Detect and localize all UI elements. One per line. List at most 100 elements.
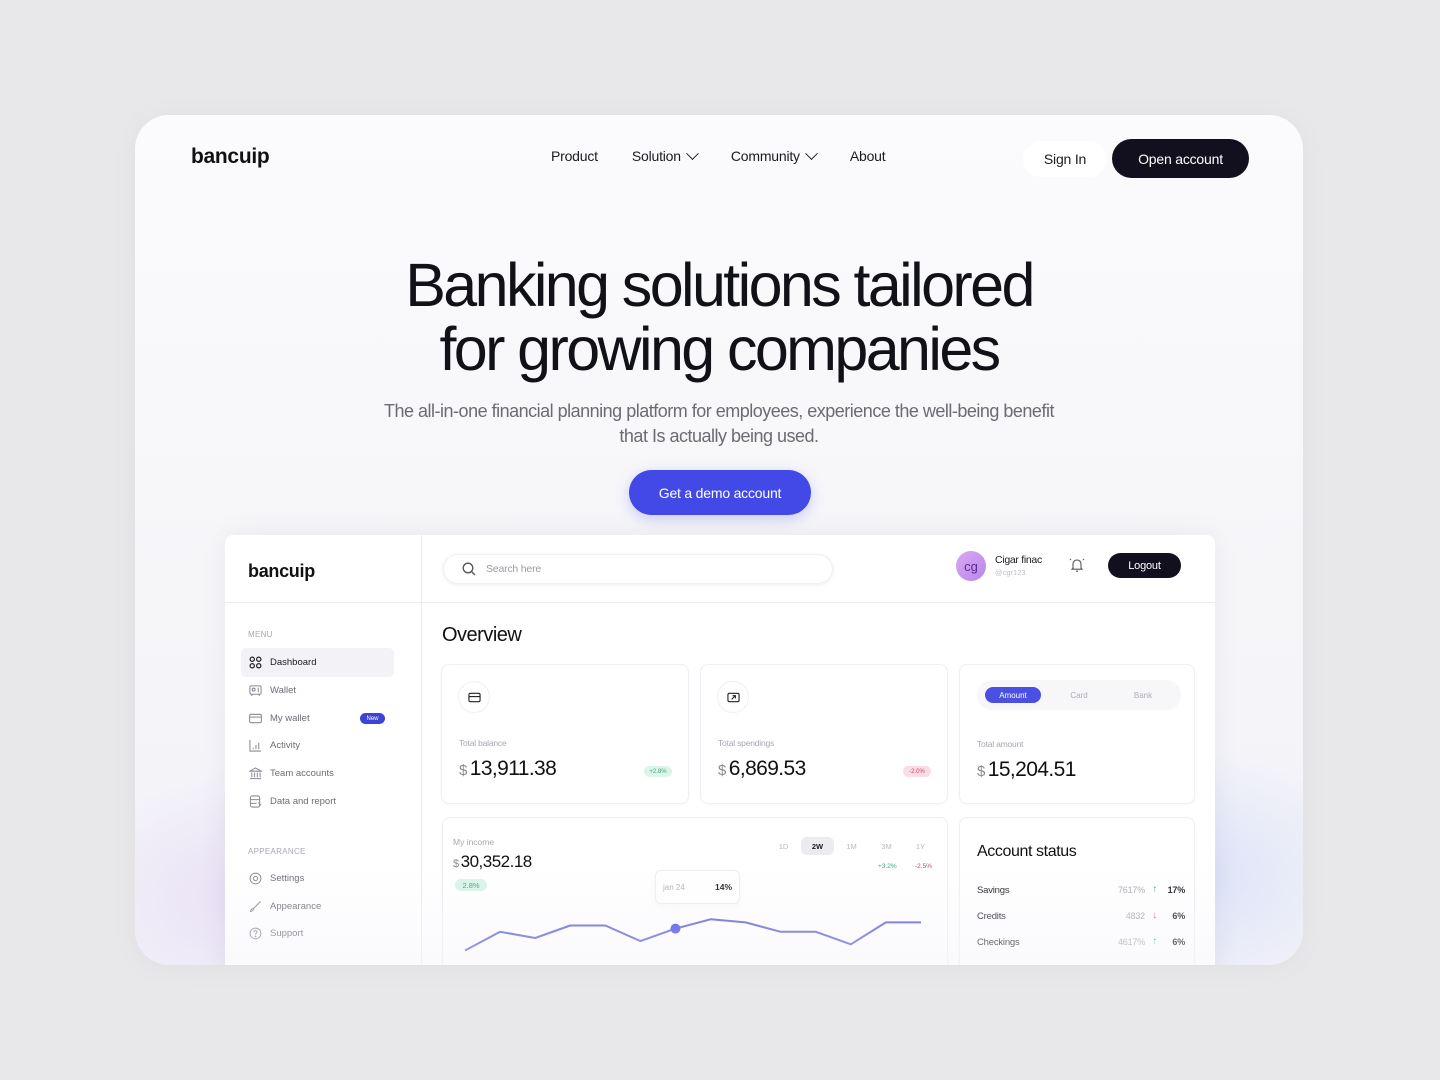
bell-icon[interactable] xyxy=(1068,556,1086,574)
delta-down: -2.5% xyxy=(915,863,932,870)
account-status-title: Account status xyxy=(977,843,1077,860)
card-label: Total balance xyxy=(459,738,507,748)
tab-card[interactable]: Card xyxy=(1051,687,1107,703)
search-bar[interactable] xyxy=(443,554,833,584)
card-value: $13,911.38 xyxy=(459,757,557,781)
search-icon xyxy=(462,562,476,576)
range-1y[interactable]: 1Y xyxy=(904,837,937,855)
receipt-icon xyxy=(726,692,740,702)
sidebar-item-appearance[interactable]: Appearance xyxy=(241,892,394,921)
appearance-section-label: APPEARANCE xyxy=(248,847,306,856)
status-row-checkings: Checkings 4617% ↑ 6% xyxy=(977,936,1185,951)
new-badge: New xyxy=(360,713,385,724)
change-badge: +2.8% xyxy=(644,766,672,777)
status-pct: 17% xyxy=(1167,885,1186,895)
currency-symbol: $ xyxy=(977,763,985,780)
tooltip-value: 14% xyxy=(715,882,733,892)
status-name: Credits xyxy=(977,911,1006,922)
total-amount-card: Amount Card Bank Total amount $15,204.51 xyxy=(959,664,1195,804)
card-icon xyxy=(249,713,262,724)
user-name: Cigar finac xyxy=(995,554,1042,566)
status-raw: 7617% xyxy=(1117,885,1145,895)
currency-symbol: $ xyxy=(453,858,459,870)
nav-label: Product xyxy=(551,148,598,164)
chevron-down-icon xyxy=(685,146,699,160)
landing-page-frame: bancuip Product Solution Community About… xyxy=(135,115,1303,965)
sidebar-item-data-report[interactable]: Data and report xyxy=(241,787,394,816)
sidebar-item-activity[interactable]: Activity xyxy=(241,731,394,760)
dashboard-preview: bancuip MENU Dashboard Wallet My wallet … xyxy=(225,535,1215,965)
arrow-up-icon: ↑ xyxy=(1152,884,1157,895)
change-badge: -2.0% xyxy=(903,766,931,777)
range-2w[interactable]: 2W xyxy=(801,837,834,855)
sidebar-item-team-accounts[interactable]: Team accounts xyxy=(241,759,394,788)
currency-symbol: $ xyxy=(718,762,726,779)
header-divider xyxy=(225,602,1215,603)
sidebar: bancuip MENU Dashboard Wallet My wallet … xyxy=(225,535,422,965)
income-change-badge: 2.8% xyxy=(455,879,487,891)
sidebar-item-settings[interactable]: Settings xyxy=(241,864,394,893)
card-value: $6,869.53 xyxy=(718,757,806,781)
tab-amount[interactable]: Amount xyxy=(985,687,1041,703)
nav-about[interactable]: About xyxy=(850,148,886,164)
range-1m[interactable]: 1M xyxy=(835,837,868,855)
sidebar-item-support[interactable]: Support xyxy=(241,919,394,948)
sidebar-item-label: Dashboard xyxy=(270,657,317,668)
sidebar-item-wallet[interactable]: Wallet xyxy=(241,676,394,705)
sidebar-item-label: Activity xyxy=(270,740,301,751)
help-icon xyxy=(249,927,262,940)
status-raw: 4617% xyxy=(1117,937,1145,947)
income-amount: 30,352.18 xyxy=(460,852,533,871)
income-value: $30,352.18 xyxy=(453,852,532,872)
range-1d[interactable]: 1D xyxy=(767,837,800,855)
card-label: Total spendings xyxy=(718,738,775,748)
status-pct: 6% xyxy=(1172,911,1185,921)
card-icon-wrapper xyxy=(717,681,749,713)
avatar[interactable]: cg xyxy=(956,551,986,581)
nav-solution[interactable]: Solution xyxy=(632,146,699,164)
dashboard-logo[interactable]: bancuip xyxy=(248,561,315,582)
sidebar-item-label: Appearance xyxy=(270,901,322,912)
database-icon xyxy=(249,795,262,808)
status-name: Checkings xyxy=(977,937,1020,948)
total-balance-card: Total balance $13,911.38 +2.8% xyxy=(441,664,689,804)
arrow-down-icon: ↓ xyxy=(1152,910,1157,921)
sidebar-item-label: Team accounts xyxy=(270,768,334,779)
sidebar-item-dashboard[interactable]: Dashboard xyxy=(241,648,394,677)
income-label: My income xyxy=(453,837,495,847)
status-row-credits: Credits 4832 ↓ 6% xyxy=(977,910,1185,925)
chart-tooltip: jan 24 14% xyxy=(655,870,740,904)
sidebar-item-label: Settings xyxy=(270,873,305,884)
status-pct: 6% xyxy=(1172,937,1185,947)
nav-product[interactable]: Product xyxy=(551,148,598,164)
range-3m[interactable]: 3M xyxy=(870,837,903,855)
sidebar-item-label: Data and report xyxy=(270,796,337,807)
hero-subtitle-line: that Is actually being used. xyxy=(619,426,819,446)
overview-title: Overview xyxy=(442,624,522,646)
grid-icon xyxy=(249,656,262,669)
income-series-line xyxy=(464,918,921,952)
menu-section-label: MENU xyxy=(248,630,273,639)
total-amount: 15,204.51 xyxy=(987,758,1077,781)
wallet-icon xyxy=(249,685,262,697)
balance-amount: 13,911.38 xyxy=(469,757,557,780)
logout-button[interactable]: Logout xyxy=(1108,553,1181,578)
arrow-up-icon: ↑ xyxy=(1152,936,1157,947)
nav-community[interactable]: Community xyxy=(730,146,818,164)
site-logo[interactable]: bancuip xyxy=(191,145,270,169)
highlighted-data-point[interactable] xyxy=(670,923,681,934)
status-row-savings: Savings 7617% ↑ 17% xyxy=(977,884,1186,899)
get-demo-button[interactable]: Get a demo account xyxy=(629,470,811,515)
delta-up: +3.2% xyxy=(878,863,897,870)
nav-label: Community xyxy=(730,148,800,164)
sign-in-button[interactable]: Sign In xyxy=(1023,141,1107,177)
nav-label: About xyxy=(849,148,886,164)
card-label: Total amount xyxy=(977,739,1024,749)
search-input[interactable] xyxy=(486,563,786,575)
open-account-button[interactable]: Open account xyxy=(1112,139,1249,178)
sidebar-item-label: Support xyxy=(270,928,304,939)
settings-icon xyxy=(249,872,262,885)
bank-icon xyxy=(249,767,262,780)
sidebar-item-my-wallet[interactable]: My wallet New xyxy=(241,704,394,733)
tab-bank[interactable]: Bank xyxy=(1115,687,1171,703)
